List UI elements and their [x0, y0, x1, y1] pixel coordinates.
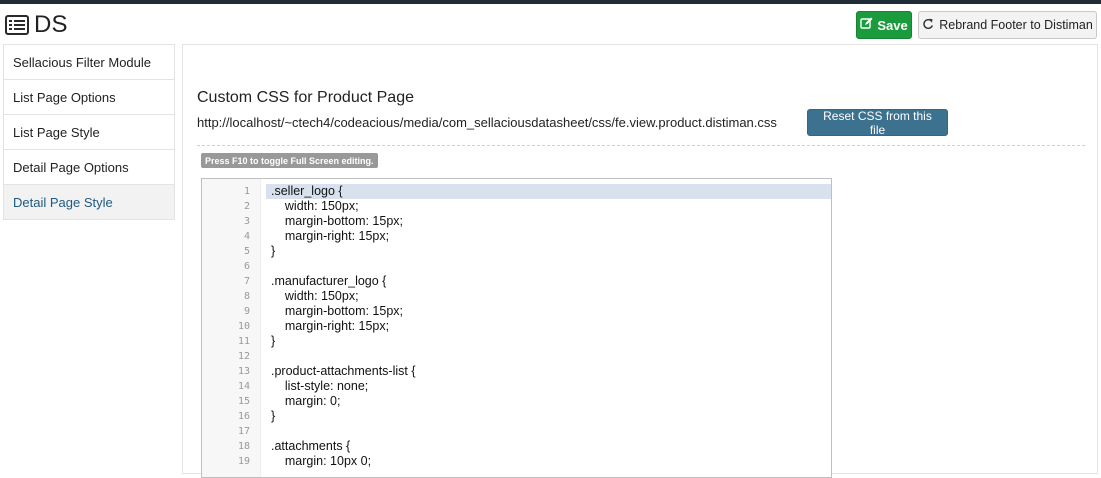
code-line[interactable]: 3 margin-bottom: 15px; — [202, 214, 831, 229]
page-title: DS — [34, 11, 68, 38]
code-line[interactable]: 12 — [202, 349, 831, 364]
code-text: .product-attachments-list { — [271, 364, 416, 378]
section-title: Custom CSS for Product Page — [197, 89, 414, 106]
sidebar-item-label: List Page Options — [13, 89, 116, 105]
divider — [197, 145, 1085, 146]
sidebar-item-detail-page-style[interactable]: Detail Page Style — [4, 185, 174, 220]
code-line[interactable]: 11} — [202, 334, 831, 349]
code-text: } — [271, 409, 276, 423]
code-lines: 1 .seller_logo {2 width: 150px; 3 margin-b… — [202, 184, 831, 469]
code-line[interactable]: 19 margin: 10px 0; — [202, 454, 831, 469]
code-line[interactable]: 4 margin-right: 15px; — [202, 229, 831, 244]
code-line[interactable]: 5} — [202, 244, 831, 259]
code-text: margin-bottom: 15px; — [271, 214, 404, 228]
code-line[interactable]: 2 width: 150px; — [202, 199, 831, 214]
code-text: width: 150px; — [271, 199, 359, 213]
fullscreen-hint-badge: Press F10 to toggle Full Screen editing. — [201, 153, 378, 168]
edit-icon — [860, 17, 873, 33]
code-line[interactable]: 1 .seller_logo { — [202, 184, 831, 199]
code-line[interactable]: 18 .attachments { — [202, 439, 831, 454]
code-text: .attachments { — [271, 439, 351, 453]
line-number: 4 — [243, 231, 250, 242]
code-text: list-style: none; — [271, 379, 369, 393]
save-button[interactable]: Save — [856, 11, 912, 39]
line-number: 10 — [237, 321, 250, 332]
save-button-label: Save — [877, 17, 908, 33]
list-icon — [5, 15, 29, 35]
sidebar-item-label: Detail Page Options — [13, 159, 129, 175]
rebrand-footer-button[interactable]: Rebrand Footer to Distiman — [918, 11, 1097, 39]
code-text: margin-right: 15px; — [271, 319, 390, 333]
header: DS Save Rebrand Footer to Distiman — [0, 4, 1101, 44]
line-number: 13 — [237, 366, 250, 377]
code-line[interactable]: 6 — [202, 259, 831, 274]
code-text: margin: 0; — [271, 394, 341, 408]
code-line[interactable]: 7 .manufacturer_logo { — [202, 274, 831, 289]
redo-icon — [922, 18, 934, 33]
code-text: .manufacturer_logo { — [271, 274, 387, 288]
sidebar-item-label: List Page Style — [13, 124, 100, 140]
line-number: 15 — [237, 396, 250, 407]
line-number: 7 — [243, 276, 250, 287]
line-number: 9 — [243, 306, 250, 317]
line-number: 12 — [237, 351, 250, 362]
line-number: 18 — [237, 441, 250, 452]
code-text: margin: 10px 0; — [271, 454, 372, 468]
code-line[interactable]: 9 margin-bottom: 15px; — [202, 304, 831, 319]
css-file-path: http://localhost/~ctech4/codeacious/medi… — [197, 115, 777, 130]
app-title: DS — [5, 10, 68, 40]
code-line[interactable]: 16} — [202, 409, 831, 424]
code-line[interactable]: 17 — [202, 424, 831, 439]
sidebar-item-label: Detail Page Style — [13, 194, 113, 210]
line-number: 2 — [243, 201, 250, 212]
code-line[interactable]: 13 .product-attachments-list { — [202, 364, 831, 379]
code-line[interactable]: 10 margin-right: 15px; — [202, 319, 831, 334]
code-text: width: 150px; — [271, 289, 359, 303]
sidebar-item-detail-page-options[interactable]: Detail Page Options — [4, 150, 174, 185]
code-line[interactable]: 15 margin: 0; — [202, 394, 831, 409]
sidebar-item-sellacious-filter-module[interactable]: Sellacious Filter Module — [4, 45, 174, 80]
code-line[interactable]: 8 width: 150px; — [202, 289, 831, 304]
line-number: 8 — [243, 291, 250, 302]
sidebar-item-list-page-options[interactable]: List Page Options — [4, 80, 174, 115]
line-number: 17 — [237, 426, 250, 437]
current-line-highlight — [266, 184, 831, 199]
code-text: margin-bottom: 15px; — [271, 304, 404, 318]
line-number: 16 — [237, 411, 250, 422]
code-text: } — [271, 244, 276, 258]
line-number: 19 — [237, 456, 250, 467]
code-text: } — [271, 334, 276, 348]
sidebar: Sellacious Filter Module List Page Optio… — [3, 44, 175, 220]
code-text: .seller_logo { — [271, 184, 343, 198]
line-number: 14 — [237, 381, 250, 392]
line-number: 1 — [243, 186, 250, 197]
rebrand-footer-label: Rebrand Footer to Distiman — [939, 18, 1093, 32]
code-text: margin-right: 15px; — [271, 229, 390, 243]
css-code-editor[interactable]: 1 .seller_logo {2 width: 150px; 3 margin-b… — [201, 178, 832, 478]
line-number: 5 — [243, 246, 250, 257]
content-panel: Custom CSS for Product Page http://local… — [182, 44, 1098, 478]
line-number: 3 — [243, 216, 250, 227]
code-line[interactable]: 14 list-style: none; — [202, 379, 831, 394]
sidebar-item-label: Sellacious Filter Module — [13, 54, 152, 70]
line-number: 11 — [237, 336, 250, 347]
sidebar-item-list-page-style[interactable]: List Page Style — [4, 115, 174, 150]
reset-css-button[interactable]: Reset CSS from this file — [807, 109, 948, 137]
line-number: 6 — [243, 261, 250, 272]
